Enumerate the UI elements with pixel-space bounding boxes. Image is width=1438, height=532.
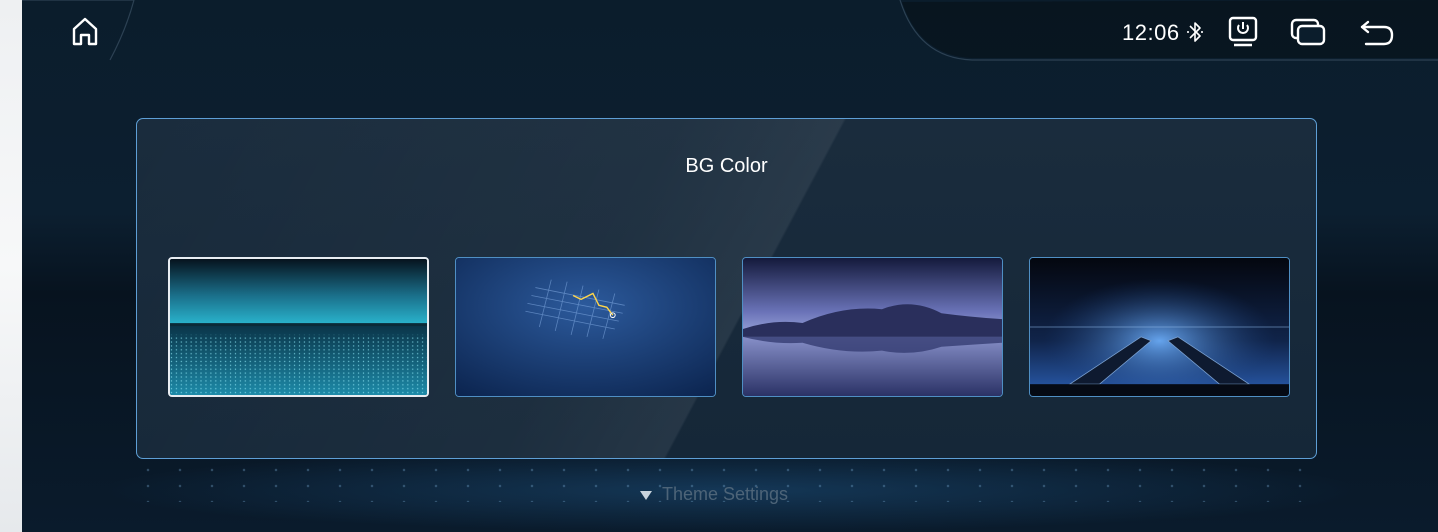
home-icon[interactable] [70, 14, 100, 48]
status-bar-frame [22, 0, 1438, 61]
left-edge-strip [0, 0, 22, 532]
back-icon[interactable] [1358, 18, 1396, 48]
bg-color-panel: BG Color [136, 118, 1317, 459]
panel-title: BG Color [685, 155, 768, 177]
status-bar: 12:06 [22, 0, 1438, 62]
wallpaper-thumb-blue-map[interactable] [455, 257, 716, 397]
bluetooth-icon [1187, 22, 1203, 42]
wallpaper-thumb-mountain-lake[interactable] [742, 257, 1003, 397]
clock-time: 12:06 [1122, 20, 1180, 45]
wallpaper-thumb-highway-glow[interactable] [1029, 257, 1290, 397]
wallpaper-thumb-cyan-horizon[interactable] [168, 257, 429, 397]
theme-settings-label: Theme Settings [662, 484, 789, 504]
screen-power-icon[interactable] [1228, 16, 1258, 48]
chevron-down-icon [640, 490, 652, 500]
head-unit-screen: 12:06 BG Color Theme Settings [22, 0, 1438, 532]
theme-settings-toggle[interactable]: Theme Settings [622, 484, 842, 508]
multi-window-icon[interactable] [1290, 18, 1326, 46]
